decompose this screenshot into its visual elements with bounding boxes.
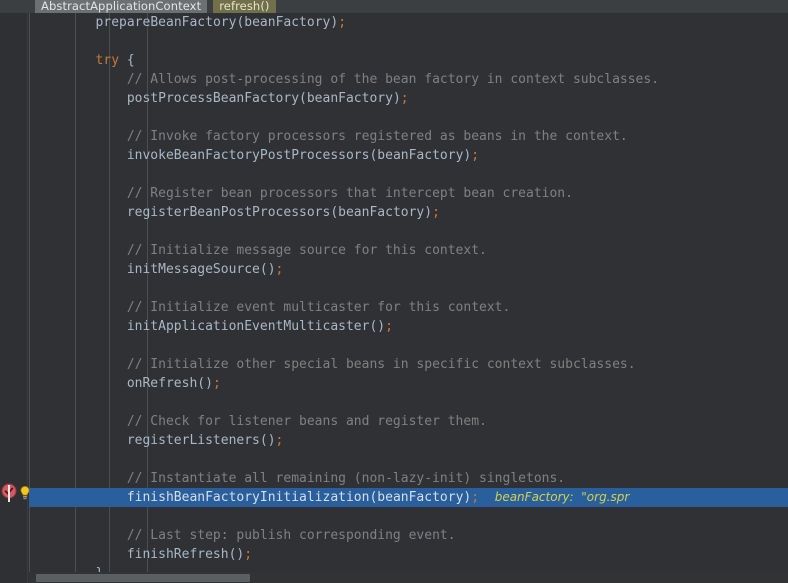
text-caret — [8, 485, 10, 502]
code-line[interactable] — [29, 108, 659, 127]
code-token-semi: ; — [471, 148, 479, 163]
code-line[interactable]: // Initialize message source for this co… — [29, 241, 659, 260]
breadcrumb-item-method[interactable]: refresh() — [213, 0, 275, 13]
code-token-punc: ( — [330, 205, 338, 220]
code-token-comment: // Allows post-processing of the bean fa… — [127, 72, 659, 87]
code-token-plain: invokeBeanFactoryPostProcessors — [127, 148, 370, 163]
code-token-semi: ; — [244, 547, 252, 562]
code-line[interactable] — [29, 165, 659, 184]
code-token-punc: () — [197, 376, 213, 391]
code-token-plain: beanFactory — [307, 91, 393, 106]
code-line[interactable]: registerListeners(); — [29, 431, 659, 450]
intention-bulb-icon[interactable] — [17, 485, 33, 501]
code-token-plain: registerListeners — [127, 433, 260, 448]
code-line[interactable]: prepareBeanFactory(beanFactory); — [29, 13, 659, 32]
code-token-semi: ; — [276, 433, 284, 448]
code-editor-pane[interactable]: prepareBeanFactory(beanFactory); try {//… — [29, 13, 788, 583]
code-line[interactable] — [29, 32, 659, 51]
code-line[interactable]: try { — [29, 51, 659, 70]
code-token-plain: prepareBeanFactory — [96, 15, 237, 30]
code-line[interactable] — [29, 507, 659, 526]
code-token-punc: ) — [330, 15, 338, 30]
code-token-semi: ; — [385, 319, 393, 334]
code-token-comment: // Register bean processors that interce… — [127, 186, 573, 201]
horizontal-scrollbar[interactable] — [29, 572, 788, 583]
code-token-plain — [479, 490, 495, 505]
code-token-plain: finishRefresh — [127, 547, 229, 562]
code-token-plain: beanFactory — [338, 205, 424, 220]
code-line[interactable]: // Register bean processors that interce… — [29, 184, 659, 203]
code-token-plain: postProcessBeanFactory — [127, 91, 299, 106]
code-text[interactable]: prepareBeanFactory(beanFactory); try {//… — [29, 13, 659, 583]
code-token-plain: initApplicationEventMulticaster — [127, 319, 370, 334]
code-token-plain: beanFactory — [244, 15, 330, 30]
code-token-semi: ; — [213, 376, 221, 391]
code-token-comment: // Initialize event multicaster for this… — [127, 300, 511, 315]
code-token-comment: // Last step: publish corresponding even… — [127, 528, 456, 543]
code-token-punc: () — [229, 547, 245, 562]
code-token-plain: registerBeanPostProcessors — [127, 205, 331, 220]
code-line[interactable]: postProcessBeanFactory(beanFactory); — [29, 89, 659, 108]
code-token-plain: beanFactory — [377, 490, 463, 505]
code-line[interactable]: // Instantiate all remaining (non-lazy-i… — [29, 469, 659, 488]
code-token-punc: ) — [393, 91, 401, 106]
code-token-brace: { — [127, 53, 135, 68]
code-line[interactable]: onRefresh(); — [29, 374, 659, 393]
breadcrumb-item-class[interactable]: AbstractApplicationContext — [35, 0, 207, 13]
ide-editor-window: AbstractApplicationContext refresh() pre… — [0, 0, 788, 583]
code-token-plain: onRefresh — [127, 376, 197, 391]
code-token-semi: ; — [471, 490, 479, 505]
code-line[interactable]: // Last step: publish corresponding even… — [29, 526, 659, 545]
code-token-punc: ) — [424, 205, 432, 220]
code-token-plain: beanFactory — [377, 148, 463, 163]
code-line[interactable]: initApplicationEventMulticaster(); — [29, 317, 659, 336]
code-token-comment: // Initialize message source for this co… — [127, 243, 487, 258]
code-token-semi: ; — [401, 91, 409, 106]
code-token-semi: ; — [338, 15, 346, 30]
code-line[interactable] — [29, 450, 659, 469]
code-line[interactable] — [29, 222, 659, 241]
code-line[interactable]: registerBeanPostProcessors(beanFactory); — [29, 203, 659, 222]
code-token-comment: // Invoke factory processors registered … — [127, 129, 628, 144]
code-token-punc: ( — [299, 91, 307, 106]
code-line[interactable]: // Initialize other special beans in spe… — [29, 355, 659, 374]
code-line[interactable] — [29, 279, 659, 298]
code-token-comment: // Initialize other special beans in spe… — [127, 357, 636, 372]
code-token-comment: // Check for listener beans and register… — [127, 414, 487, 429]
code-line[interactable] — [29, 393, 659, 412]
code-line[interactable]: // Allows post-processing of the bean fa… — [29, 70, 659, 89]
code-token-punc: () — [260, 262, 276, 277]
code-line[interactable]: // Check for listener beans and register… — [29, 412, 659, 431]
code-token-comment: // Instantiate all remaining (non-lazy-i… — [127, 471, 565, 486]
horizontal-scrollbar-thumb[interactable] — [36, 574, 250, 582]
code-token-plain: initMessageSource — [127, 262, 260, 277]
code-token-kw: try — [96, 53, 119, 68]
code-line[interactable]: finishRefresh(); — [29, 545, 659, 564]
code-token-plain: finishBeanFactoryInitialization — [127, 490, 370, 505]
code-token-semi: ; — [432, 205, 440, 220]
code-line[interactable]: invokeBeanFactoryPostProcessors(beanFact… — [29, 146, 659, 165]
code-line[interactable]: // Invoke factory processors registered … — [29, 127, 659, 146]
code-token-semi: ; — [276, 262, 284, 277]
code-line[interactable]: // Initialize event multicaster for this… — [29, 298, 659, 317]
code-line-current[interactable]: finishBeanFactoryInitialization(beanFact… — [29, 488, 659, 507]
code-token-hint: beanFactory: "org.spr — [495, 490, 630, 504]
breadcrumb: AbstractApplicationContext refresh() — [0, 0, 788, 13]
code-line[interactable]: initMessageSource(); — [29, 260, 659, 279]
code-line[interactable] — [29, 336, 659, 355]
code-token-plain — [119, 53, 127, 68]
code-token-punc: () — [260, 433, 276, 448]
code-token-punc: () — [369, 319, 385, 334]
